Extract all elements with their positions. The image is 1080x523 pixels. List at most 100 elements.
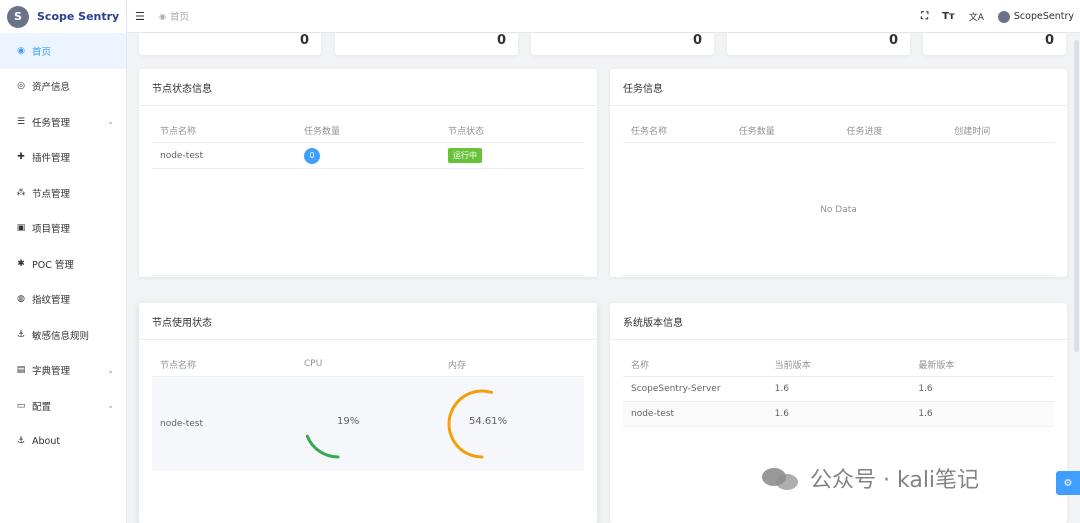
sidebar-item[interactable]: ▭ 配置 ⌄	[0, 388, 126, 424]
latest-version: 1.6	[918, 384, 933, 394]
table-row: ScopeSentry-Server 1.6 1.6	[623, 377, 1054, 402]
panel-title: 节点使用状态	[139, 303, 597, 340]
app-logo[interactable]: S Scope Sentry	[0, 0, 126, 33]
sidebar-item-label: About	[32, 435, 61, 447]
task-info-table: 任务名称 任务数量 任务进度 创建时间	[623, 118, 1054, 143]
cpu-gauge	[305, 434, 340, 459]
column-header: 最新版本	[918, 360, 955, 371]
sidebar-item[interactable]: ▤ 字典管理 ⌄	[0, 353, 126, 389]
node-usage-table: 节点名称 CPU 内存 node-test 19% 54.61%	[152, 352, 584, 471]
node-name: node-test	[160, 150, 203, 161]
sidebar-item-label: 节点管理	[32, 188, 71, 200]
stat-card: 0	[727, 33, 910, 55]
sidebar-item-label: 资产信息	[32, 82, 71, 94]
column-header: 任务进度	[846, 126, 883, 137]
logo-icon: S	[7, 5, 29, 28]
empty-state-text: No Data	[820, 205, 857, 215]
sidebar-item-label: 配置	[32, 401, 52, 413]
user-avatar[interactable]	[997, 10, 1010, 23]
divider	[623, 275, 1054, 276]
watermark: 公众号 · kali笔记	[762, 462, 979, 494]
sidebar-item[interactable]: ✚ 插件管理	[0, 140, 126, 176]
sidebar-item[interactable]: ◎ 资产信息	[0, 69, 126, 105]
page-scrollbar[interactable]	[1074, 40, 1079, 352]
sidebar-item[interactable]: ◉ 首页	[0, 33, 126, 69]
font-size-icon[interactable]: Tт	[942, 11, 955, 22]
table-header: 节点名称 CPU 内存	[152, 352, 584, 377]
sidebar-item[interactable]: ⁂ 节点管理	[0, 175, 126, 211]
stat-card: 0	[139, 33, 321, 55]
table-row: node-test 0 运行中	[152, 143, 584, 169]
task-count-badge: 0	[304, 147, 320, 164]
memory-value: 54.61%	[469, 416, 508, 427]
column-header: 任务数量	[304, 126, 341, 137]
cpu-cell: 19%	[296, 377, 440, 471]
sidebar-item[interactable]: ▣ 项目管理	[0, 211, 126, 247]
settings-float-button[interactable]: ⚙	[1056, 471, 1080, 495]
gear-icon: ⚙	[1063, 477, 1073, 489]
current-version: 1.6	[774, 409, 789, 419]
sidebar-item-label: 项目管理	[32, 224, 71, 236]
node-status-table: 节点名称 任务数量 节点状态 node-test 0 运行中	[152, 118, 584, 169]
wechat-icon	[762, 466, 798, 490]
node-state-cell: 运行中	[440, 148, 584, 163]
current-version: 1.6	[774, 384, 789, 394]
sidebar-item-label: POC 管理	[32, 259, 74, 271]
stat-card: 0	[531, 33, 714, 55]
cpu-value: 19%	[337, 416, 360, 427]
watermark-text: 公众号 · kali笔记	[810, 468, 980, 493]
top-bar-actions: ⛶ Tт 文A ScopeSentry	[907, 0, 1074, 33]
sidebar-item-label: 首页	[32, 46, 52, 58]
chevron-down-icon: ⌄	[107, 117, 114, 127]
table-row: node-test 1.6 1.6	[623, 402, 1054, 427]
column-header: CPU	[304, 359, 323, 369]
dashboard-icon: ◉	[17, 45, 25, 56]
status-badge: 运行中	[448, 148, 482, 163]
sidebar-item-label: 指纹管理	[32, 295, 71, 307]
sidebar-item[interactable]: ☰ 任务管理 ⌄	[0, 104, 126, 140]
node-name: node-test	[160, 419, 203, 429]
chevron-down-icon: ⌄	[107, 401, 114, 411]
panel-title: 节点状态信息	[139, 69, 597, 106]
breadcrumb[interactable]: 首页	[170, 9, 189, 23]
table-header: 节点名称 任务数量 节点状态	[152, 118, 584, 143]
column-header: 名称	[631, 360, 650, 371]
sidebar-item[interactable]: ◍ 指纹管理	[0, 282, 126, 318]
latest-version: 1.6	[918, 409, 933, 419]
chevron-down-icon: ⌄	[107, 365, 114, 375]
project-icon: ▣	[16, 223, 26, 234]
sidebar-item[interactable]: ✱ POC 管理	[0, 246, 126, 282]
table-row: node-test 19% 54.61%	[152, 377, 584, 471]
component-name: node-test	[631, 409, 674, 419]
menu-collapse-icon[interactable]: ☰	[135, 10, 149, 23]
column-header: 当前版本	[774, 360, 811, 371]
panel-title: 任务信息	[610, 69, 1067, 106]
column-header: 内存	[448, 360, 467, 371]
sidebar-item-label: 插件管理	[32, 153, 71, 165]
eye-icon: ◎	[17, 81, 25, 92]
sidebar-item[interactable]: ⚓ 敏感信息规则	[0, 317, 126, 353]
sidebar-item[interactable]: ⚓ About	[0, 424, 126, 460]
node-usage-panel: 节点使用状态 节点名称 CPU 内存 node-test 19% 54.61%	[139, 303, 597, 523]
column-header: 节点名称	[160, 126, 197, 137]
column-header: 创建时间	[954, 126, 991, 137]
language-icon[interactable]: 文A	[969, 10, 984, 23]
stat-value: 0	[692, 33, 702, 48]
user-name[interactable]: ScopeSentry	[1014, 11, 1074, 22]
top-bar: ☰ ◉ 首页 ⛶ Tт 文A ScopeSentry	[127, 0, 1080, 33]
sidebar-menu: ◉ 首页 ◎ 资产信息 ☰ 任务管理 ⌄ ✚ 插件管理 ⁂ 节点管理 ▣ 项目管理 ✱ POC 管理 ◍ 指纹管…	[0, 33, 126, 459]
nodes-icon: ⁂	[16, 187, 26, 198]
column-header: 节点名称	[160, 360, 197, 371]
monitor-icon: ▭	[16, 400, 26, 411]
panel-title: 系统版本信息	[610, 303, 1067, 340]
fullscreen-icon[interactable]: ⛶	[921, 11, 928, 22]
stat-value: 0	[1044, 33, 1054, 48]
node-status-panel: 节点状态信息 节点名称 任务数量 节点状态 node-test 0 运行中	[139, 69, 597, 277]
sidebar-item-label: 任务管理	[32, 117, 71, 129]
column-header: 节点状态	[448, 126, 485, 137]
stat-card: 0	[335, 33, 518, 55]
column-header: 任务数量	[738, 126, 775, 137]
bug-icon: ✱	[17, 258, 25, 269]
book-icon: ▤	[16, 365, 26, 376]
sidebar-item-label: 敏感信息规则	[32, 330, 90, 342]
